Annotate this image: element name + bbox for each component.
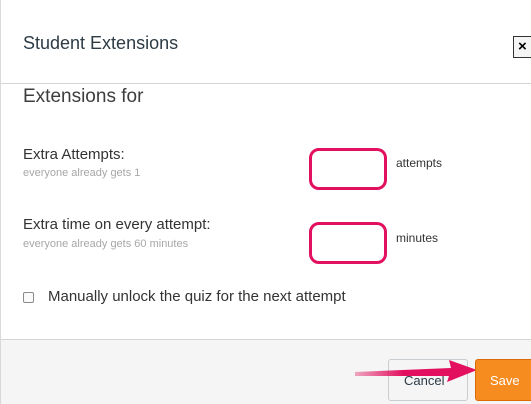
extra-attempts-label: Extra Attempts:	[23, 146, 125, 163]
extra-time-unit: minutes	[396, 231, 439, 245]
extra-time-hint: everyone already gets 60 minutes	[23, 238, 189, 250]
page: Student Extensions × Extensions for Extr…	[0, 0, 531, 404]
section-title: Extensions for	[23, 86, 144, 107]
unlock-checkbox-label[interactable]: Manually unlock the quiz for the next at…	[48, 288, 346, 305]
unlock-checkbox[interactable]	[23, 292, 34, 303]
close-icon[interactable]: ×	[513, 36, 531, 58]
extra-time-input[interactable]	[309, 222, 387, 264]
dialog-header: Student Extensions ×	[1, 0, 531, 84]
extra-time-label: Extra time on every attempt:	[23, 216, 211, 233]
save-button[interactable]: Save	[475, 359, 531, 401]
extra-attempts-input[interactable]	[309, 148, 387, 190]
extra-attempts-hint: everyone already gets 1	[23, 167, 141, 179]
extra-attempts-unit: attempts	[396, 156, 443, 170]
dialog-title: Student Extensions	[23, 33, 179, 53]
arrow-annotation-icon	[355, 360, 477, 382]
student-extensions-dialog: Student Extensions × Extensions for Extr…	[0, 0, 531, 404]
